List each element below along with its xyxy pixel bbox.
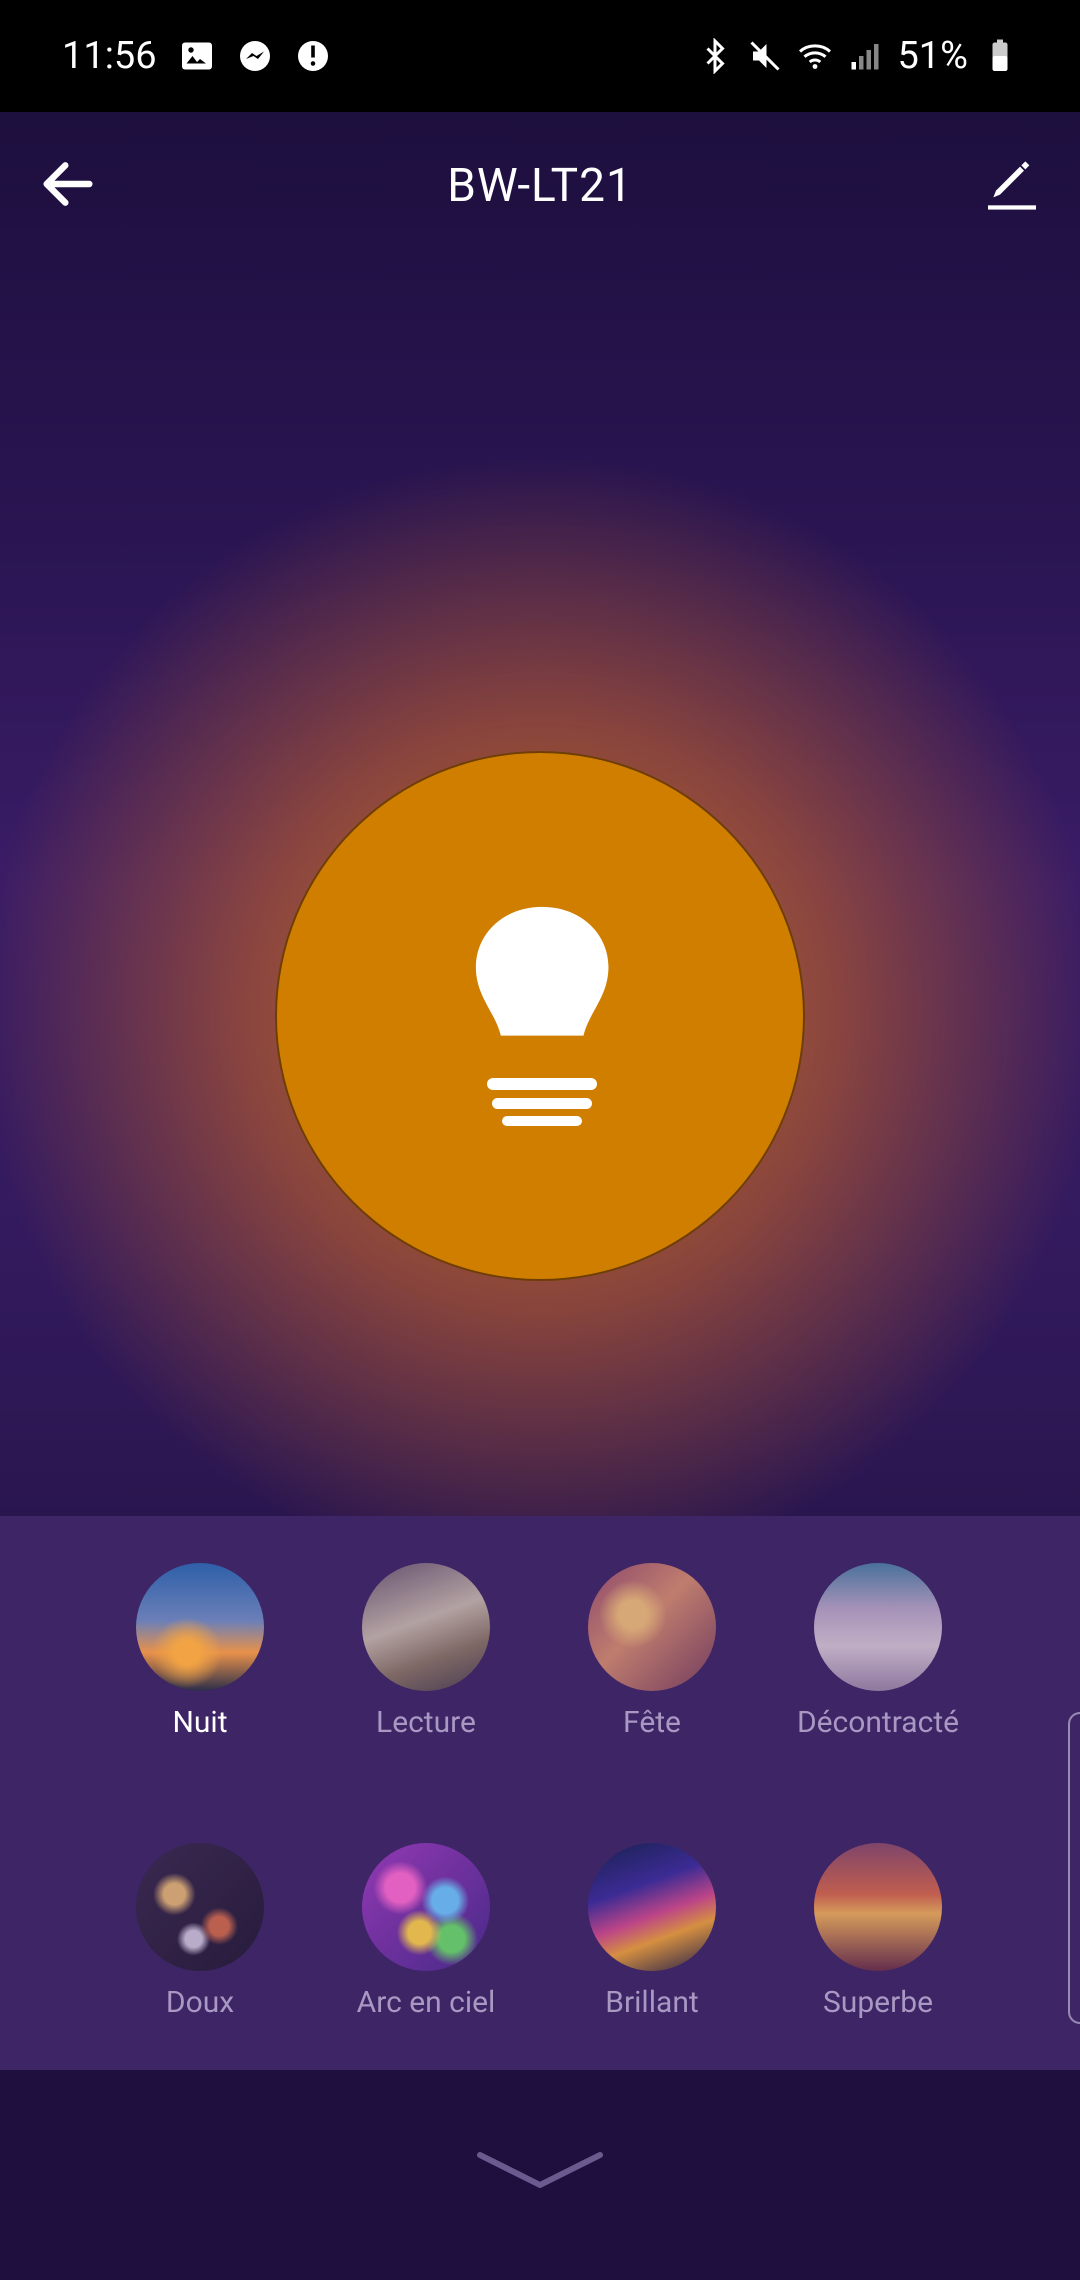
scene-thumbnail [362, 1563, 490, 1691]
scene-superbe[interactable]: Superbe [768, 1843, 988, 2020]
bulb-toggle-button[interactable] [275, 751, 805, 1281]
chevron-down-icon[interactable] [475, 2145, 605, 2205]
scene-thumbnail [362, 1843, 490, 1971]
scene-label: Superbe [822, 1985, 934, 2020]
scene-thumbnail [814, 1563, 942, 1691]
scene-nuit[interactable]: Nuit [90, 1563, 310, 1740]
lightbulb-icon [475, 906, 609, 1126]
back-arrow-icon[interactable] [36, 152, 100, 216]
scene-arc-en-ciel[interactable]: Arc en ciel [316, 1843, 536, 2020]
scene-label: Lecture [376, 1705, 476, 1740]
wifi-icon [799, 44, 832, 69]
status-bar: 11:56 51% [0, 0, 1080, 112]
scene-label: Décontracté [796, 1705, 960, 1740]
scene-label: Fête [623, 1705, 681, 1740]
scene-thumbnail [814, 1843, 942, 1971]
alert-icon [297, 41, 328, 71]
edit-pencil-icon[interactable] [980, 152, 1044, 216]
scene-thumbnail [588, 1843, 716, 1971]
page-title: BW-LT21 [447, 159, 633, 213]
scene-label: Brillant [605, 1985, 699, 2020]
battery-percent: 51% [897, 34, 968, 78]
battery-icon [992, 39, 1008, 71]
scene-thumbnail [588, 1563, 716, 1691]
scroll-indicator[interactable] [1068, 1712, 1080, 2024]
scene-label: Arc en ciel [356, 1985, 496, 2020]
messenger-icon [239, 41, 270, 71]
status-time: 11:56 [62, 34, 157, 78]
bottom-bar [0, 2070, 1080, 2280]
scene-thumbnail [136, 1563, 264, 1691]
gallery-icon [181, 42, 212, 70]
scene-lecture[interactable]: Lecture [316, 1563, 536, 1740]
signal-icon [851, 44, 879, 70]
bluetooth-icon [706, 38, 726, 74]
scene-fete[interactable]: Fête [542, 1563, 762, 1740]
scene-thumbnail [136, 1843, 264, 1971]
scene-doux[interactable]: Doux [90, 1843, 310, 2020]
scene-decontracte[interactable]: Décontracté [768, 1563, 988, 1740]
mute-icon [750, 41, 781, 71]
scene-brillant[interactable]: Brillant [542, 1843, 762, 2020]
scenes-panel: Nuit Lecture Fête Décontracté Doux Arc e… [0, 1516, 1080, 2070]
scene-label: Doux [165, 1985, 235, 2020]
scene-label: Nuit [172, 1705, 228, 1740]
app-bar: BW-LT21 [0, 112, 1080, 260]
